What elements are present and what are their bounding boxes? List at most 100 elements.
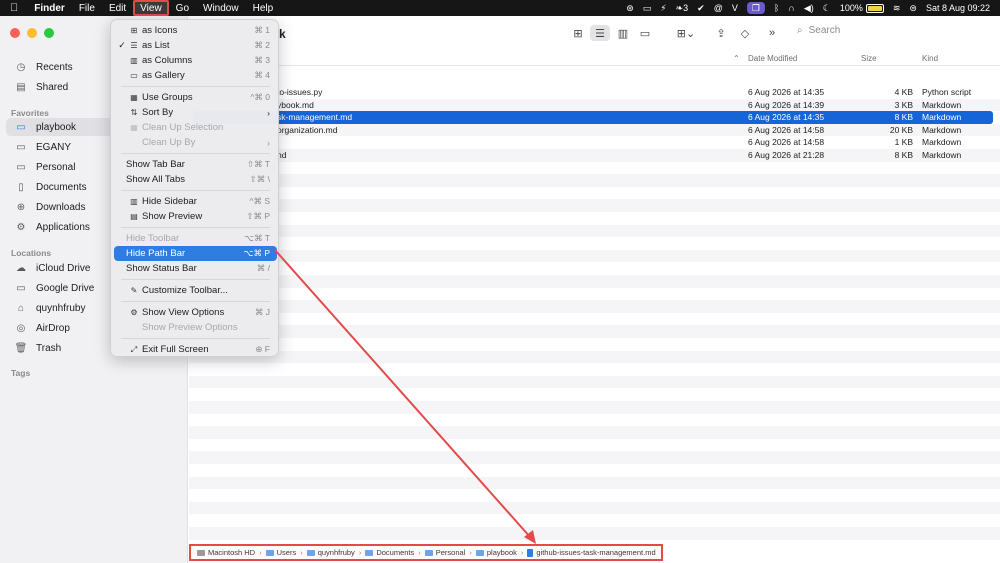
table-row[interactable]: ybook.md 6 Aug 2026 at 14:39 3 KB Markdown	[189, 98, 1000, 112]
menu-item-exit-full-screen[interactable]: ⤢ Exit Full Screen ⊕ F	[114, 342, 277, 357]
menu-item-show-status-bar[interactable]: Show Status Bar ⌘ /	[114, 261, 277, 276]
empty-row	[189, 174, 1000, 187]
path-crumb[interactable]: playbook	[475, 548, 517, 557]
flow-counter: 3	[683, 3, 689, 13]
airdrop-icon: ◎	[16, 322, 26, 334]
cell-date: 6 Aug 2026 at 14:39	[748, 99, 825, 110]
flow-icon[interactable]: ❧ 3	[676, 0, 689, 16]
view-options-icon: ⚙	[130, 308, 138, 317]
sidebar-item-label: Personal	[36, 161, 76, 173]
v-icon[interactable]: V	[732, 0, 738, 16]
list-view-button[interactable]: ☰	[590, 25, 610, 41]
path-crumb-label: github-issues-task-management.md	[536, 548, 656, 557]
menu-item-show-preview[interactable]: ▤ Show Preview ⇧⌘ P	[114, 209, 277, 224]
grid-icon: ⊞	[573, 27, 583, 40]
path-crumb-label: Personal	[435, 548, 466, 557]
menu-item-show-tab-bar[interactable]: Show Tab Bar ⇧⌘ T	[114, 157, 277, 172]
check-icon[interactable]: ✔	[697, 0, 705, 16]
table-row[interactable]: nd 6 Aug 2026 at 21:28 8 KB Markdown	[189, 149, 1000, 162]
sort-chevron-icon[interactable]: ⌃	[733, 54, 740, 63]
column-size[interactable]: Size	[861, 54, 877, 63]
column-view-button[interactable]: ▥	[614, 25, 632, 41]
menu-item-as-gallery[interactable]: ▭ as Gallery ⌘ 4	[114, 68, 277, 83]
menu-item-as-list[interactable]: ✓ ☰ as List ⌘ 2	[114, 38, 277, 53]
empty-row	[189, 489, 1000, 502]
empty-row	[189, 325, 1000, 338]
column-kind[interactable]: Kind	[922, 54, 938, 63]
list-header: ⌃ Date Modified Size Kind	[189, 50, 1000, 66]
volume-icon[interactable]: ◀)	[804, 0, 814, 16]
path-crumb[interactable]: Users	[265, 548, 296, 557]
menu-item-show-view-options[interactable]: ⚙ Show View Options ⌘ J	[114, 305, 277, 320]
table-row[interactable]: sk-management.md 6 Aug 2026 at 14:35 8 KB M…	[193, 111, 993, 124]
path-crumb[interactable]: Documents	[365, 548, 414, 557]
close-button[interactable]	[10, 28, 20, 38]
cell-date: 6 Aug 2026 at 14:58	[748, 124, 825, 135]
cell-date: 6 Aug 2026 at 14:35	[748, 112, 825, 123]
menu-divider	[121, 279, 270, 280]
menu-item-show-all-tabs[interactable]: Show All Tabs ⇧⌘ \	[114, 172, 277, 187]
share-button[interactable]: ⇪	[713, 25, 729, 41]
menu-go[interactable]: Go	[169, 0, 196, 16]
menu-item-customize-toolbar[interactable]: ✎ Customize Toolbar...	[114, 283, 277, 298]
group-icon: ⊞⌄	[676, 27, 696, 40]
wifi-icon[interactable]: ≋	[893, 0, 901, 16]
menu-edit[interactable]: Edit	[102, 0, 133, 16]
table-row[interactable]: to-issues.py 6 Aug 2026 at 14:35 4 KB Pytho…	[189, 86, 1000, 99]
menu-finder[interactable]: Finder	[27, 0, 72, 16]
menu-help[interactable]: Help	[246, 0, 281, 16]
window-switch-icon[interactable]: ❐	[746, 2, 765, 14]
empty-row	[189, 464, 1000, 477]
menu-view[interactable]: View	[133, 0, 169, 16]
bluetooth-icon[interactable]: ᛒ	[774, 0, 779, 16]
at-icon[interactable]: @	[714, 0, 723, 16]
battery-indicator[interactable]: 100%	[840, 0, 884, 16]
empty-row	[189, 451, 1000, 464]
path-crumb[interactable]: Macintosh HD	[197, 548, 255, 557]
headphones-icon[interactable]: ∩	[788, 0, 794, 16]
clock[interactable]: Sat 8 Aug 09:22	[926, 0, 990, 16]
menu-item-as-icons[interactable]: ⊞ as Icons ⌘ 1	[114, 23, 277, 38]
menu-file[interactable]: File	[72, 0, 102, 16]
more-button[interactable]: »	[764, 25, 780, 41]
path-crumb-label: Documents	[376, 548, 415, 557]
tag-button[interactable]: ◇	[737, 25, 753, 41]
moon-icon[interactable]: ☾	[823, 0, 831, 16]
menu-item-hide-path-bar[interactable]: Hide Path Bar ⌥⌘ P	[114, 246, 277, 261]
path-crumb[interactable]: github-issues-task-management.md	[527, 548, 656, 557]
cell-size: 8 KB	[894, 150, 913, 160]
empty-row	[189, 338, 1000, 351]
cell-name: organization.md	[277, 124, 338, 135]
control-center-icon[interactable]: ⊜	[909, 0, 917, 16]
empty-row	[189, 476, 1000, 490]
icon-view-button[interactable]: ⊞	[569, 25, 587, 41]
chatgpt-icon[interactable]: ⊛	[626, 0, 634, 16]
sidebar-item-label: Google Drive	[36, 282, 95, 294]
sidebar-item-label: quynhfruby	[36, 302, 86, 314]
battery-percent: 100%	[839, 3, 863, 13]
menu-item-hide-sidebar[interactable]: ▥ Hide Sidebar ^⌘ S	[114, 194, 277, 209]
menu-item-use-groups[interactable]: ▦ Use Groups ^⌘ 0	[114, 90, 277, 105]
path-crumb[interactable]: Personal	[424, 548, 466, 557]
folder-icon	[365, 549, 374, 556]
bolt-icon[interactable]: ⚡	[660, 0, 666, 16]
search-field[interactable]: ⌕ Search	[797, 25, 840, 36]
column-date-modified[interactable]: Date Modified	[748, 54, 797, 63]
cell-name: to-issues.py	[277, 87, 323, 97]
table-row[interactable]: 6 Aug 2026 at 14:58 1 KB Markdown	[189, 136, 1000, 149]
list-view-icon: ☰	[130, 41, 138, 50]
sidebar-item-label: EGANY	[36, 141, 72, 153]
minimize-button[interactable]	[27, 28, 37, 38]
menu-item-sort-by[interactable]: ⇅ Sort By ›	[114, 105, 277, 120]
menu-item-as-columns[interactable]: ▥ as Columns ⌘ 3	[114, 53, 277, 68]
zoom-button[interactable]	[44, 28, 54, 38]
group-by-button[interactable]: ⊞⌄	[673, 25, 699, 41]
screen-icon[interactable]: ▭	[643, 0, 652, 16]
cell-name: sk-management.md	[277, 112, 353, 123]
gallery-view-button[interactable]: ▭	[636, 25, 654, 41]
table-row[interactable]: organization.md 6 Aug 2026 at 14:58 20 KB M…	[189, 123, 1000, 137]
apple-menu-icon[interactable]: 	[0, 0, 27, 16]
path-crumb[interactable]: quynhfruby	[306, 548, 355, 557]
menu-divider	[121, 227, 270, 228]
menu-window[interactable]: Window	[196, 0, 246, 16]
